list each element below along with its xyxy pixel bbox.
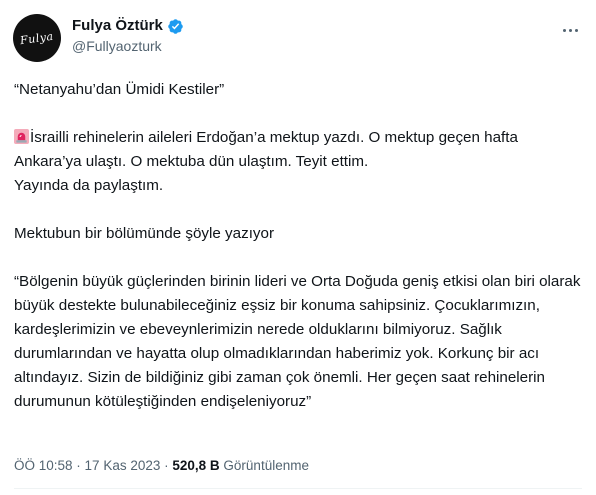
- tweet-date: 17 Kas 2023: [84, 458, 161, 473]
- tweet-paragraph-1: İsrailli rehinelerin aileleri Erdoğan’a …: [14, 126, 584, 198]
- avatar-logo-text: Fulya: [19, 29, 55, 47]
- tweet-title-line: “Netanyahu’dan Ümidi Kestiler”: [14, 81, 225, 98]
- tweet-container: Fulya Fulya Öztürk @Fullyaozturk “Netany…: [0, 0, 596, 495]
- avatar[interactable]: Fulya: [13, 14, 61, 62]
- views-count: 520,8 B: [172, 458, 220, 473]
- author-handle[interactable]: @Fullyaozturk: [72, 36, 162, 56]
- bottom-divider: [14, 488, 582, 489]
- tweet-time-link[interactable]: ÖÖ 10:58 · 17 Kas 2023: [14, 458, 160, 473]
- tweet-time: ÖÖ 10:58: [14, 458, 73, 473]
- verified-badge-icon: [168, 18, 183, 34]
- author-name-row: Fulya Öztürk: [72, 16, 184, 36]
- tweet-paragraph-2: Mektubun bir bölümünde şöyle yazıyor: [14, 225, 275, 242]
- tweet-paragraph-1-text: İsrailli rehinelerin aileleri Erdoğan’a …: [14, 129, 518, 194]
- meta-separator: ·: [72, 458, 85, 473]
- rotating-light-icon: [14, 129, 29, 144]
- tweet-paragraph-3: “Bölgenin büyük güçlerinden birinin lide…: [14, 273, 581, 410]
- tweet-meta-row: ÖÖ 10:58 · 17 Kas 2023 · 520,8 B Görüntü…: [14, 457, 309, 475]
- views-label: Görüntülenme: [223, 458, 309, 473]
- meta-separator-2: ·: [160, 458, 173, 473]
- more-options-icon[interactable]: [558, 22, 582, 38]
- tweet-body: “Netanyahu’dan Ümidi Kestiler” İsrailli …: [14, 78, 584, 414]
- author-display-name[interactable]: Fulya Öztürk: [72, 16, 163, 36]
